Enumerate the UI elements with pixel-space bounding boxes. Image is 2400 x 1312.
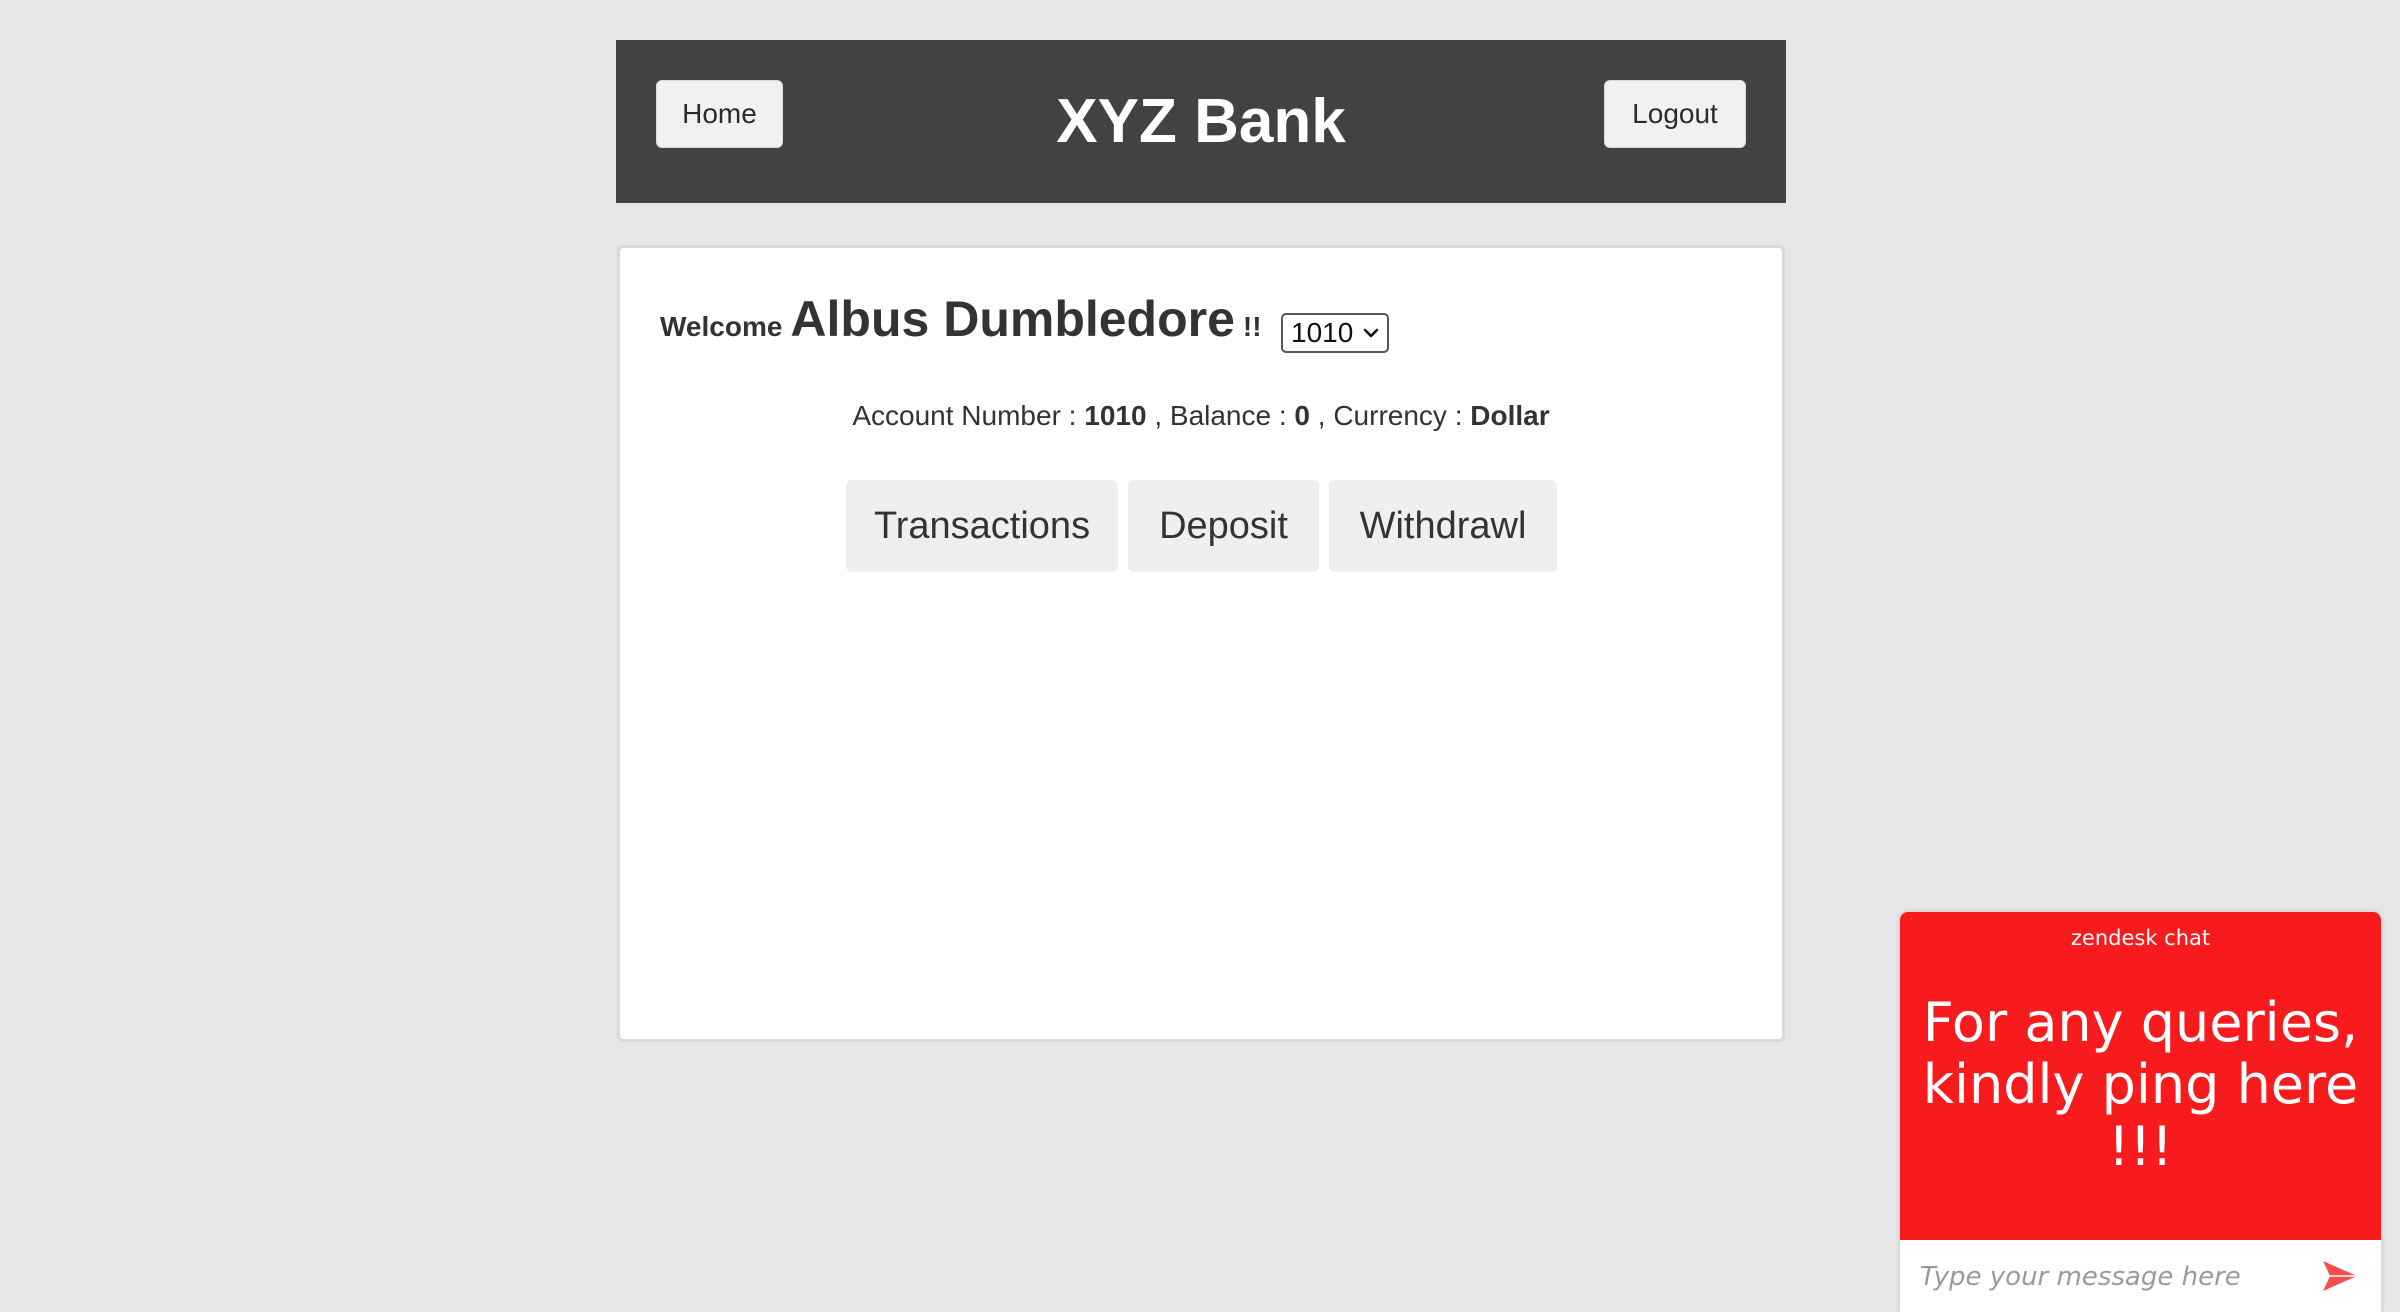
transactions-button[interactable]: Transactions	[846, 480, 1118, 572]
currency-value: Dollar	[1470, 400, 1550, 431]
withdrawl-button[interactable]: Withdrawl	[1329, 480, 1557, 572]
account-number-value: 1010	[1084, 400, 1147, 431]
chevron-down-icon	[1363, 328, 1379, 338]
chat-brand: zendesk chat	[2070, 926, 2211, 950]
chat-message: For any queries, kindly ping here !!!	[1922, 991, 2359, 1178]
account-card: Welcome Albus Dumbledore !! 1010 Account…	[617, 245, 1785, 1042]
welcome-label: Welcome	[660, 311, 783, 342]
currency-label: , Currency :	[1317, 400, 1463, 431]
balance-value: 0	[1294, 400, 1310, 431]
deposit-button[interactable]: Deposit	[1128, 480, 1319, 572]
welcome-exclaim: !!	[1242, 311, 1262, 342]
chat-widget: zendesk chat For any queries, kindly pin…	[1900, 912, 2381, 1312]
chat-input[interactable]	[1918, 1254, 2312, 1300]
account-info: Account Number : 1010 , Balance : 0 , Cu…	[620, 400, 1782, 432]
account-select[interactable]: 1010	[1281, 313, 1389, 353]
logout-button[interactable]: Logout	[1604, 80, 1746, 148]
welcome-row: Welcome Albus Dumbledore !!	[660, 290, 1262, 370]
customer-name: Albus Dumbledore	[790, 291, 1235, 347]
send-icon[interactable]	[2320, 1256, 2360, 1296]
account-select-value: 1010	[1291, 317, 1354, 348]
top-header: Home XYZ Bank Logout	[616, 40, 1786, 203]
balance-label: , Balance :	[1154, 400, 1287, 431]
chat-input-bar	[1900, 1240, 2381, 1312]
account-number-label: Account Number :	[852, 400, 1077, 431]
chat-banner[interactable]: zendesk chat For any queries, kindly pin…	[1900, 912, 2381, 1240]
